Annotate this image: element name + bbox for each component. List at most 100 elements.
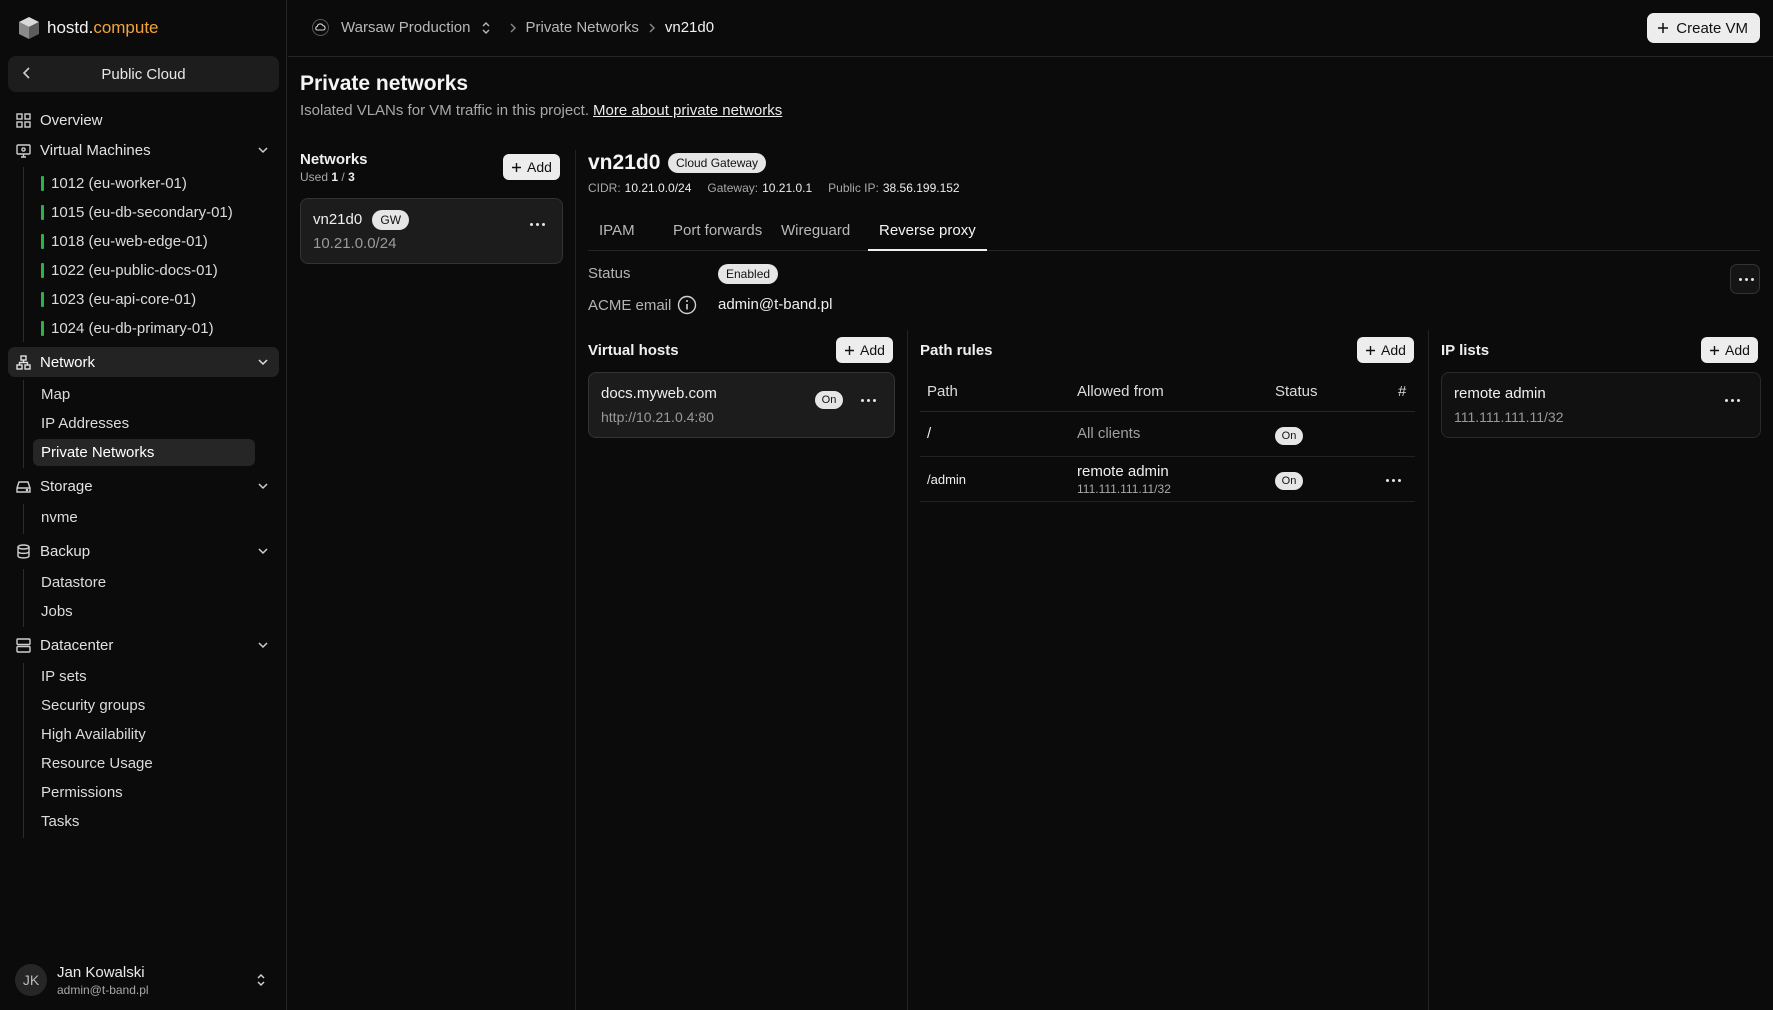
sidebar-item-security-groups[interactable]: Security groups [33,692,255,719]
chevron-down-icon[interactable] [257,144,269,156]
chevrons-up-down-icon[interactable] [481,21,491,35]
table-header: Path Allowed from Status # [920,378,1415,412]
sidebar-item-overview[interactable]: Overview [8,105,279,135]
reverse-proxy-more-button[interactable] [1730,264,1760,294]
logo[interactable]: hostd.compute [18,16,159,40]
add-network-button[interactable]: Add [503,154,560,180]
sidebar-item-jobs[interactable]: Jobs [33,598,255,625]
sidebar-item-network[interactable]: Network [8,347,279,377]
rule-status[interactable]: On [1275,427,1303,445]
sidebar-item-backup[interactable]: Backup [8,536,279,566]
create-vm-button[interactable]: Create VM [1647,13,1760,43]
breadcrumb: Warsaw Production Private Networks vn21d… [312,19,714,36]
sidebar-item-label: Datacenter [40,636,114,654]
sidebar-item-label: Storage [40,477,93,495]
rule-status[interactable]: On [1275,472,1303,490]
grid-icon [16,112,31,128]
virtual-host-card[interactable]: docs.myweb.com http://10.21.0.4:80 On [588,372,895,438]
project-switcher[interactable]: Public Cloud [8,56,279,92]
plus-icon [1709,345,1720,356]
network-name: vn21d0 [313,211,363,228]
column-header: Status [1275,383,1318,400]
column-header: Allowed from [1077,383,1164,400]
chevron-right-icon [509,22,517,34]
tree-line [23,504,24,534]
detail-tabs: IPAM Port forwards Wireguard Reverse pro… [588,219,1760,251]
tab-reverse-proxy[interactable]: Reverse proxy [868,219,987,251]
vm-item[interactable]: 1012 (eu-worker-01) [33,170,255,197]
cidr-value: 10.21.0.0/24 [624,181,692,195]
tab-port-forwards[interactable]: Port forwards [662,219,773,251]
more-horizontal-icon[interactable] [1386,479,1401,482]
sidebar-item-tasks[interactable]: Tasks [33,808,255,835]
info-icon[interactable] [677,295,697,315]
chevrons-up-down-icon[interactable] [255,972,267,988]
sidebar-item-ip-sets[interactable]: IP sets [33,663,255,690]
vm-item[interactable]: 1023 (eu-api-core-01) [33,286,255,313]
cube-icon [18,16,40,40]
more-horizontal-icon[interactable] [1725,399,1740,402]
vm-status-indicator [41,321,44,336]
vm-item[interactable]: 1022 (eu-public-docs-01) [33,257,255,284]
virtual-host-status[interactable]: On [815,391,843,409]
monitor-icon [16,143,31,158]
virtual-hosts-title: Virtual hosts [588,342,679,359]
table-row[interactable]: / All clients On [920,413,1415,457]
add-path-rule-button[interactable]: Add [1357,337,1414,363]
breadcrumb-project[interactable]: Warsaw Production [341,19,471,36]
sidebar-item-datastore[interactable]: Datastore [33,569,255,596]
chevron-down-icon[interactable] [257,356,269,368]
vm-status-indicator [41,176,44,191]
sidebar-item-ip-addresses[interactable]: IP Addresses [33,410,255,437]
vm-item[interactable]: 1024 (eu-db-primary-01) [33,315,255,342]
add-ip-list-button[interactable]: Add [1701,337,1758,363]
add-virtual-host-button[interactable]: Add [836,337,893,363]
column-divider [575,150,576,1010]
status-badge: Enabled [718,264,779,284]
table-row[interactable]: /admin remote admin 111.111.111.11/32 On [920,458,1415,502]
vm-item[interactable]: 1015 (eu-db-secondary-01) [33,199,255,226]
path-rules-title: Path rules [920,342,993,359]
sidebar-item-label: Network [40,353,96,371]
page-subtitle: Isolated VLANs for VM traffic in this pr… [300,102,783,119]
sidebar-item-datacenter[interactable]: Datacenter [8,630,279,660]
user-menu[interactable]: JK Jan Kowalski admin@t-band.pl [15,960,275,1000]
sidebar-item-virtual-machines[interactable]: Virtual Machines [8,135,279,165]
tab-wireguard[interactable]: Wireguard [770,219,861,251]
breadcrumb-section[interactable]: Private Networks [526,19,639,36]
more-about-link[interactable]: More about private networks [593,102,782,119]
sidebar-item-nvme[interactable]: nvme [33,504,255,531]
ip-list-cidr: 111.111.111.11/32 [1454,409,1564,425]
ip-list-card[interactable]: remote admin 111.111.111.11/32 [1441,372,1761,438]
sidebar-item-storage[interactable]: Storage [8,471,279,501]
tab-ipam[interactable]: IPAM [588,219,646,251]
cloud-gateway-badge: Cloud Gateway [668,153,767,173]
vm-status-indicator [41,205,44,220]
chevron-down-icon[interactable] [257,545,269,557]
chevron-down-icon[interactable] [257,639,269,651]
networks-usage: Used 1 / 3 [300,170,355,184]
sidebar-item-high-availability[interactable]: High Availability [33,721,255,748]
chevron-left-icon[interactable] [20,66,34,80]
chevron-down-icon[interactable] [257,480,269,492]
vm-item[interactable]: 1018 (eu-web-edge-01) [33,228,255,255]
more-horizontal-icon[interactable] [861,399,876,402]
vm-status-indicator [41,263,44,278]
sidebar-item-map[interactable]: Map [33,381,255,408]
network-card[interactable]: vn21d0 GW 10.21.0.0/24 [300,198,563,264]
acme-email-label: ACME email [588,295,697,315]
plus-icon [511,162,522,173]
tree-line [23,380,24,468]
sidebar-item-resource-usage[interactable]: Resource Usage [33,750,255,777]
more-horizontal-icon[interactable] [530,223,545,226]
sidebar-item-private-networks[interactable]: Private Networks [33,439,255,466]
column-divider [907,330,908,1010]
plus-icon [1365,345,1376,356]
acme-email-value: admin@t-band.pl [718,296,833,313]
networks-title: Networks [300,151,368,168]
sidebar-item-permissions[interactable]: Permissions [33,779,255,806]
user-name: Jan Kowalski [57,963,145,981]
rule-allowed-cidr: 111.111.111.11/32 [1077,482,1171,496]
tree-line [23,569,24,627]
vm-status-indicator [41,292,44,307]
